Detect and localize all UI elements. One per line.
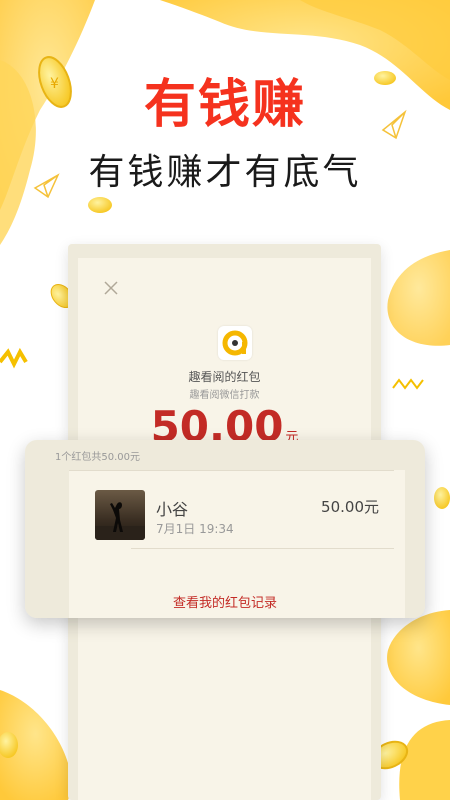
blob-bottom-right (387, 610, 450, 705)
recipient-time: 7月1日 19:34 (156, 522, 234, 536)
app-logo-icon (218, 326, 252, 360)
divider (131, 548, 394, 549)
view-record-link[interactable]: 查看我的红包记录 (25, 592, 425, 611)
coin-icon (88, 197, 112, 213)
sender-name: 趣看阅的红包 (188, 370, 261, 384)
zigzag-icon (0, 347, 28, 369)
coin-icon (434, 487, 450, 509)
banner-title: 有钱赚 (143, 75, 306, 135)
zigzag-icon (392, 378, 424, 390)
divider (69, 470, 394, 471)
receipt-panel: 1个红包共50.00元 小谷 7月1日 19:34 50.00元 查看我的红包记… (25, 440, 425, 618)
receipt-header: 1个红包共50.00元 (25, 440, 425, 470)
blob-right-middle (387, 250, 450, 346)
close-icon[interactable] (103, 280, 119, 296)
avatar (95, 490, 145, 540)
sender-subtitle: 趣看阅微信打款 (189, 390, 260, 401)
recipient-amount: 50.00元 (321, 498, 379, 516)
recipient-name: 小谷 (156, 500, 189, 519)
banner-subtitle: 有钱赚才有底气 (88, 152, 362, 193)
packet-summary: 1个红包共50.00元 (55, 452, 140, 463)
